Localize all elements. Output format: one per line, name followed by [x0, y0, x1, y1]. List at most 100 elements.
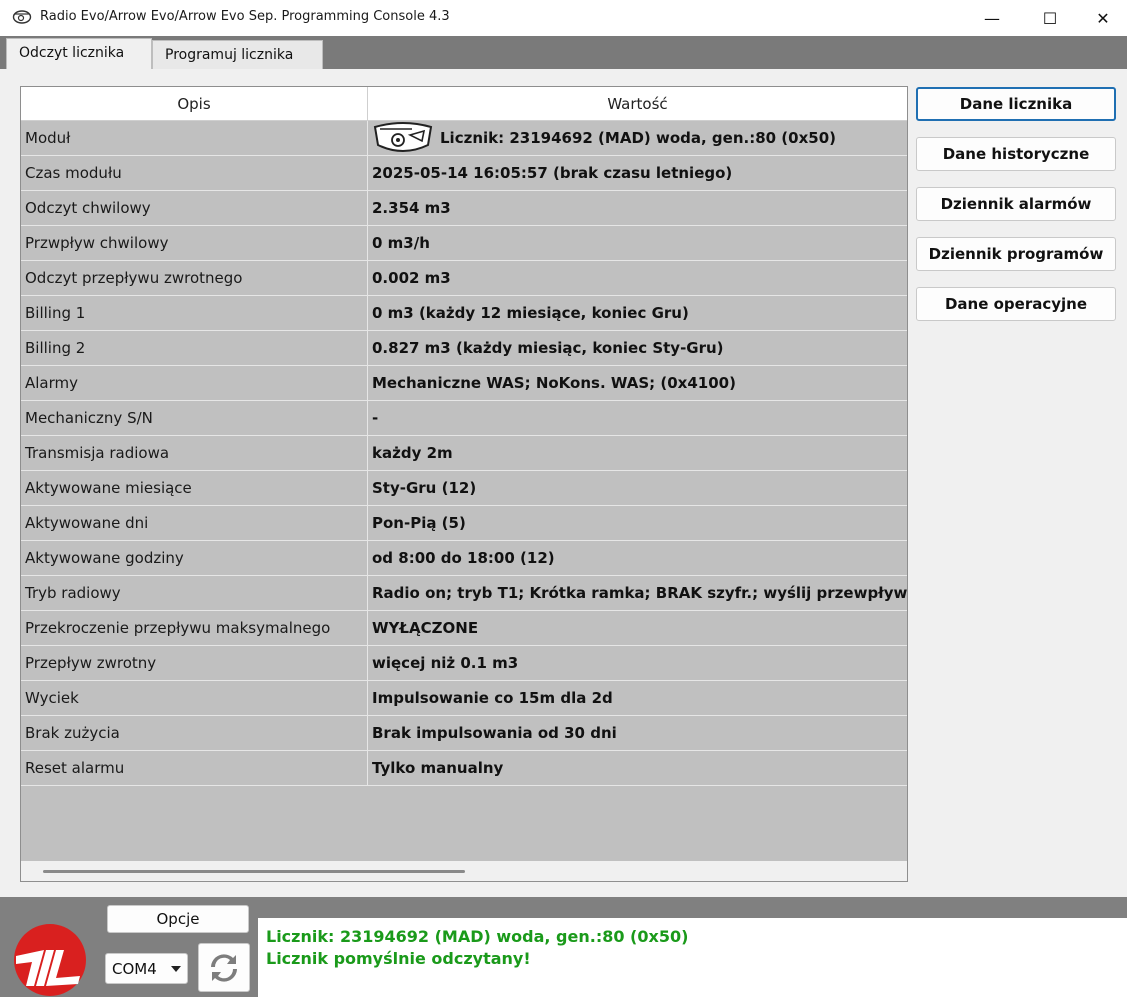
dziennik-programow-button[interactable]: Dziennik programów	[916, 237, 1116, 271]
row-description: Moduł	[21, 121, 368, 155]
table-row[interactable]: Tryb radiowy Radio on; tryb T1; Krótka ra…	[21, 576, 907, 611]
refresh-icon	[211, 953, 237, 982]
row-value-text: 0.827 m3 (każdy miesiąc, koniec Sty-Gru)	[372, 339, 724, 357]
minimize-button[interactable]: —	[963, 0, 1021, 36]
row-value-text: więcej niż 0.1 m3	[372, 654, 519, 672]
row-value-text: Brak impulsowania od 30 dni	[372, 724, 617, 742]
grid-header: Opis Wartość	[21, 87, 907, 121]
row-value: 0.827 m3 (każdy miesiąc, koniec Sty-Gru)	[368, 331, 907, 365]
row-description: Alarmy	[21, 366, 368, 400]
title-bar[interactable]: Radio Evo/Arrow Evo/Arrow Evo Sep. Progr…	[0, 0, 1127, 36]
row-description: Aktywowane miesiące	[21, 471, 368, 505]
row-value: 0.002 m3	[368, 261, 907, 295]
water-meter-icon	[373, 122, 433, 152]
tab-odczyt-licznika[interactable]: Odczyt licznika	[6, 38, 152, 70]
close-icon: ✕	[1096, 8, 1110, 28]
table-row[interactable]: Moduł Licznik: 23194692 (MAD) woda, gen.:…	[21, 121, 907, 156]
row-value-text: -	[372, 409, 379, 427]
tab-label: Odczyt licznika	[19, 45, 125, 61]
chevron-down-icon	[171, 966, 181, 972]
row-description: Odczyt chwilowy	[21, 191, 368, 225]
row-value-text: 2.354 m3	[372, 199, 451, 217]
row-description: Brak zużycia	[21, 716, 368, 750]
dane-licznika-button[interactable]: Dane licznika	[916, 87, 1116, 121]
close-button[interactable]: ✕	[1079, 0, 1127, 36]
row-value-text: od 8:00 do 18:00 (12)	[372, 549, 555, 567]
row-value-text: WYŁĄCZONE	[372, 619, 479, 637]
row-value-text: Sty-Gru (12)	[372, 479, 477, 497]
row-description: Aktywowane godziny	[21, 541, 368, 575]
horizontal-scrollbar[interactable]	[21, 861, 907, 881]
scrollbar-thumb[interactable]	[43, 870, 465, 873]
log-line: Licznik pomyślnie odczytany!	[266, 949, 531, 968]
table-row[interactable]: Brak zużycia Brak impulsowania od 30 dni	[21, 716, 907, 751]
row-value-text: Tylko manualny	[372, 759, 504, 777]
table-row[interactable]: Reset alarmu Tylko manualny	[21, 751, 907, 786]
com-port-select[interactable]: COM4	[105, 953, 188, 984]
maximize-icon: ☐	[1042, 8, 1058, 28]
column-header-description[interactable]: Opis	[21, 87, 368, 121]
table-row[interactable]: Billing 2 0.827 m3 (każdy miesiąc, koniec…	[21, 331, 907, 366]
column-header-value[interactable]: Wartość	[368, 87, 907, 121]
table-row[interactable]: Przekroczenie przepływu maksymalnego WYŁĄ…	[21, 611, 907, 646]
row-value: Brak impulsowania od 30 dni	[368, 716, 907, 750]
row-description: Odczyt przepływu zwrotnego	[21, 261, 368, 295]
options-button[interactable]: Opcje	[107, 905, 249, 933]
table-row[interactable]: Alarmy Mechaniczne WAS; NoKons. WAS; (0x4…	[21, 366, 907, 401]
row-description: Przepływ zwrotny	[21, 646, 368, 680]
table-row[interactable]: Aktywowane miesiące Sty-Gru (12)	[21, 471, 907, 506]
row-value-text: 0 m3/h	[372, 234, 430, 252]
table-row[interactable]: Przwpływ chwilowy 0 m3/h	[21, 226, 907, 261]
dziennik-alarmow-button[interactable]: Dziennik alarmów	[916, 187, 1116, 221]
table-row[interactable]: Aktywowane godziny od 8:00 do 18:00 (12)	[21, 541, 907, 576]
row-value: Mechaniczne WAS; NoKons. WAS; (0x4100)	[368, 366, 907, 400]
row-value: Radio on; tryb T1; Krótka ramka; BRAK sz…	[368, 576, 907, 610]
row-value: więcej niż 0.1 m3	[368, 646, 907, 680]
row-value-text: Radio on; tryb T1; Krótka ramka; BRAK sz…	[372, 584, 907, 602]
meter-data-grid[interactable]: Opis Wartość Moduł Licznik: 23194692 (MAD…	[20, 86, 908, 882]
minimize-icon: —	[984, 8, 1000, 28]
table-row[interactable]: Mechaniczny S/N -	[21, 401, 907, 436]
row-description: Reset alarmu	[21, 751, 368, 785]
grid-rows: Moduł Licznik: 23194692 (MAD) woda, gen.:…	[21, 121, 907, 786]
table-row[interactable]: Przepływ zwrotny więcej niż 0.1 m3	[21, 646, 907, 681]
row-value-text: Impulsowanie co 15m dla 2d	[372, 689, 613, 707]
row-description: Przekroczenie przepływu maksymalnego	[21, 611, 368, 645]
row-value-text: 0.002 m3	[372, 269, 451, 287]
refresh-button[interactable]	[198, 943, 250, 992]
row-value-text: Pon-Pią (5)	[372, 514, 466, 532]
tab-strip: Programuj licznika Odczyt licznika	[0, 36, 1127, 70]
table-row[interactable]: Wyciek Impulsowanie co 15m dla 2d	[21, 681, 907, 716]
tab-programuj-licznika[interactable]: Programuj licznika	[152, 40, 323, 69]
row-description: Billing 2	[21, 331, 368, 365]
maximize-button[interactable]: ☐	[1021, 0, 1079, 36]
dane-operacyjne-button[interactable]: Dane operacyjne	[916, 287, 1116, 321]
table-row[interactable]: Czas modułu 2025-05-14 16:05:57 (brak cza…	[21, 156, 907, 191]
row-value: Licznik: 23194692 (MAD) woda, gen.:80 (0…	[368, 121, 907, 155]
row-description: Billing 1	[21, 296, 368, 330]
row-description: Transmisja radiowa	[21, 436, 368, 470]
row-value-text: Licznik: 23194692 (MAD) woda, gen.:80 (0…	[440, 129, 836, 147]
row-value: -	[368, 401, 907, 435]
table-row[interactable]: Billing 10 m3 (każdy 12 miesiące, koniec…	[21, 296, 907, 331]
row-description: Mechaniczny S/N	[21, 401, 368, 435]
row-description: Wyciek	[21, 681, 368, 715]
dane-historyczne-button[interactable]: Dane historyczne	[916, 137, 1116, 171]
water-meter-app-icon	[12, 10, 32, 24]
row-value: Impulsowanie co 15m dla 2d	[368, 681, 907, 715]
row-value: 2.354 m3	[368, 191, 907, 225]
row-description: Aktywowane dni	[21, 506, 368, 540]
row-value: Sty-Gru (12)	[368, 471, 907, 505]
row-value: 0 m3 (każdy 12 miesiące, koniec Gru)	[368, 296, 907, 330]
tab-label: Programuj licznika	[165, 47, 294, 63]
com-port-value: COM4	[112, 959, 157, 978]
table-row[interactable]: Aktywowane dni Pon-Pią (5)	[21, 506, 907, 541]
row-description: Tryb radiowy	[21, 576, 368, 610]
table-row[interactable]: Transmisja radiowa każdy 2m	[21, 436, 907, 471]
table-row[interactable]: Odczyt chwilowy 2.354 m3	[21, 191, 907, 226]
row-value-text: każdy 2m	[372, 444, 453, 462]
log-line: Licznik: 23194692 (MAD) woda, gen.:80 (0…	[266, 927, 689, 946]
row-value: Pon-Pią (5)	[368, 506, 907, 540]
table-row[interactable]: Odczyt przepływu zwrotnego 0.002 m3	[21, 261, 907, 296]
row-value-text: 2025-05-14 16:05:57 (brak czasu letniego…	[372, 164, 733, 182]
